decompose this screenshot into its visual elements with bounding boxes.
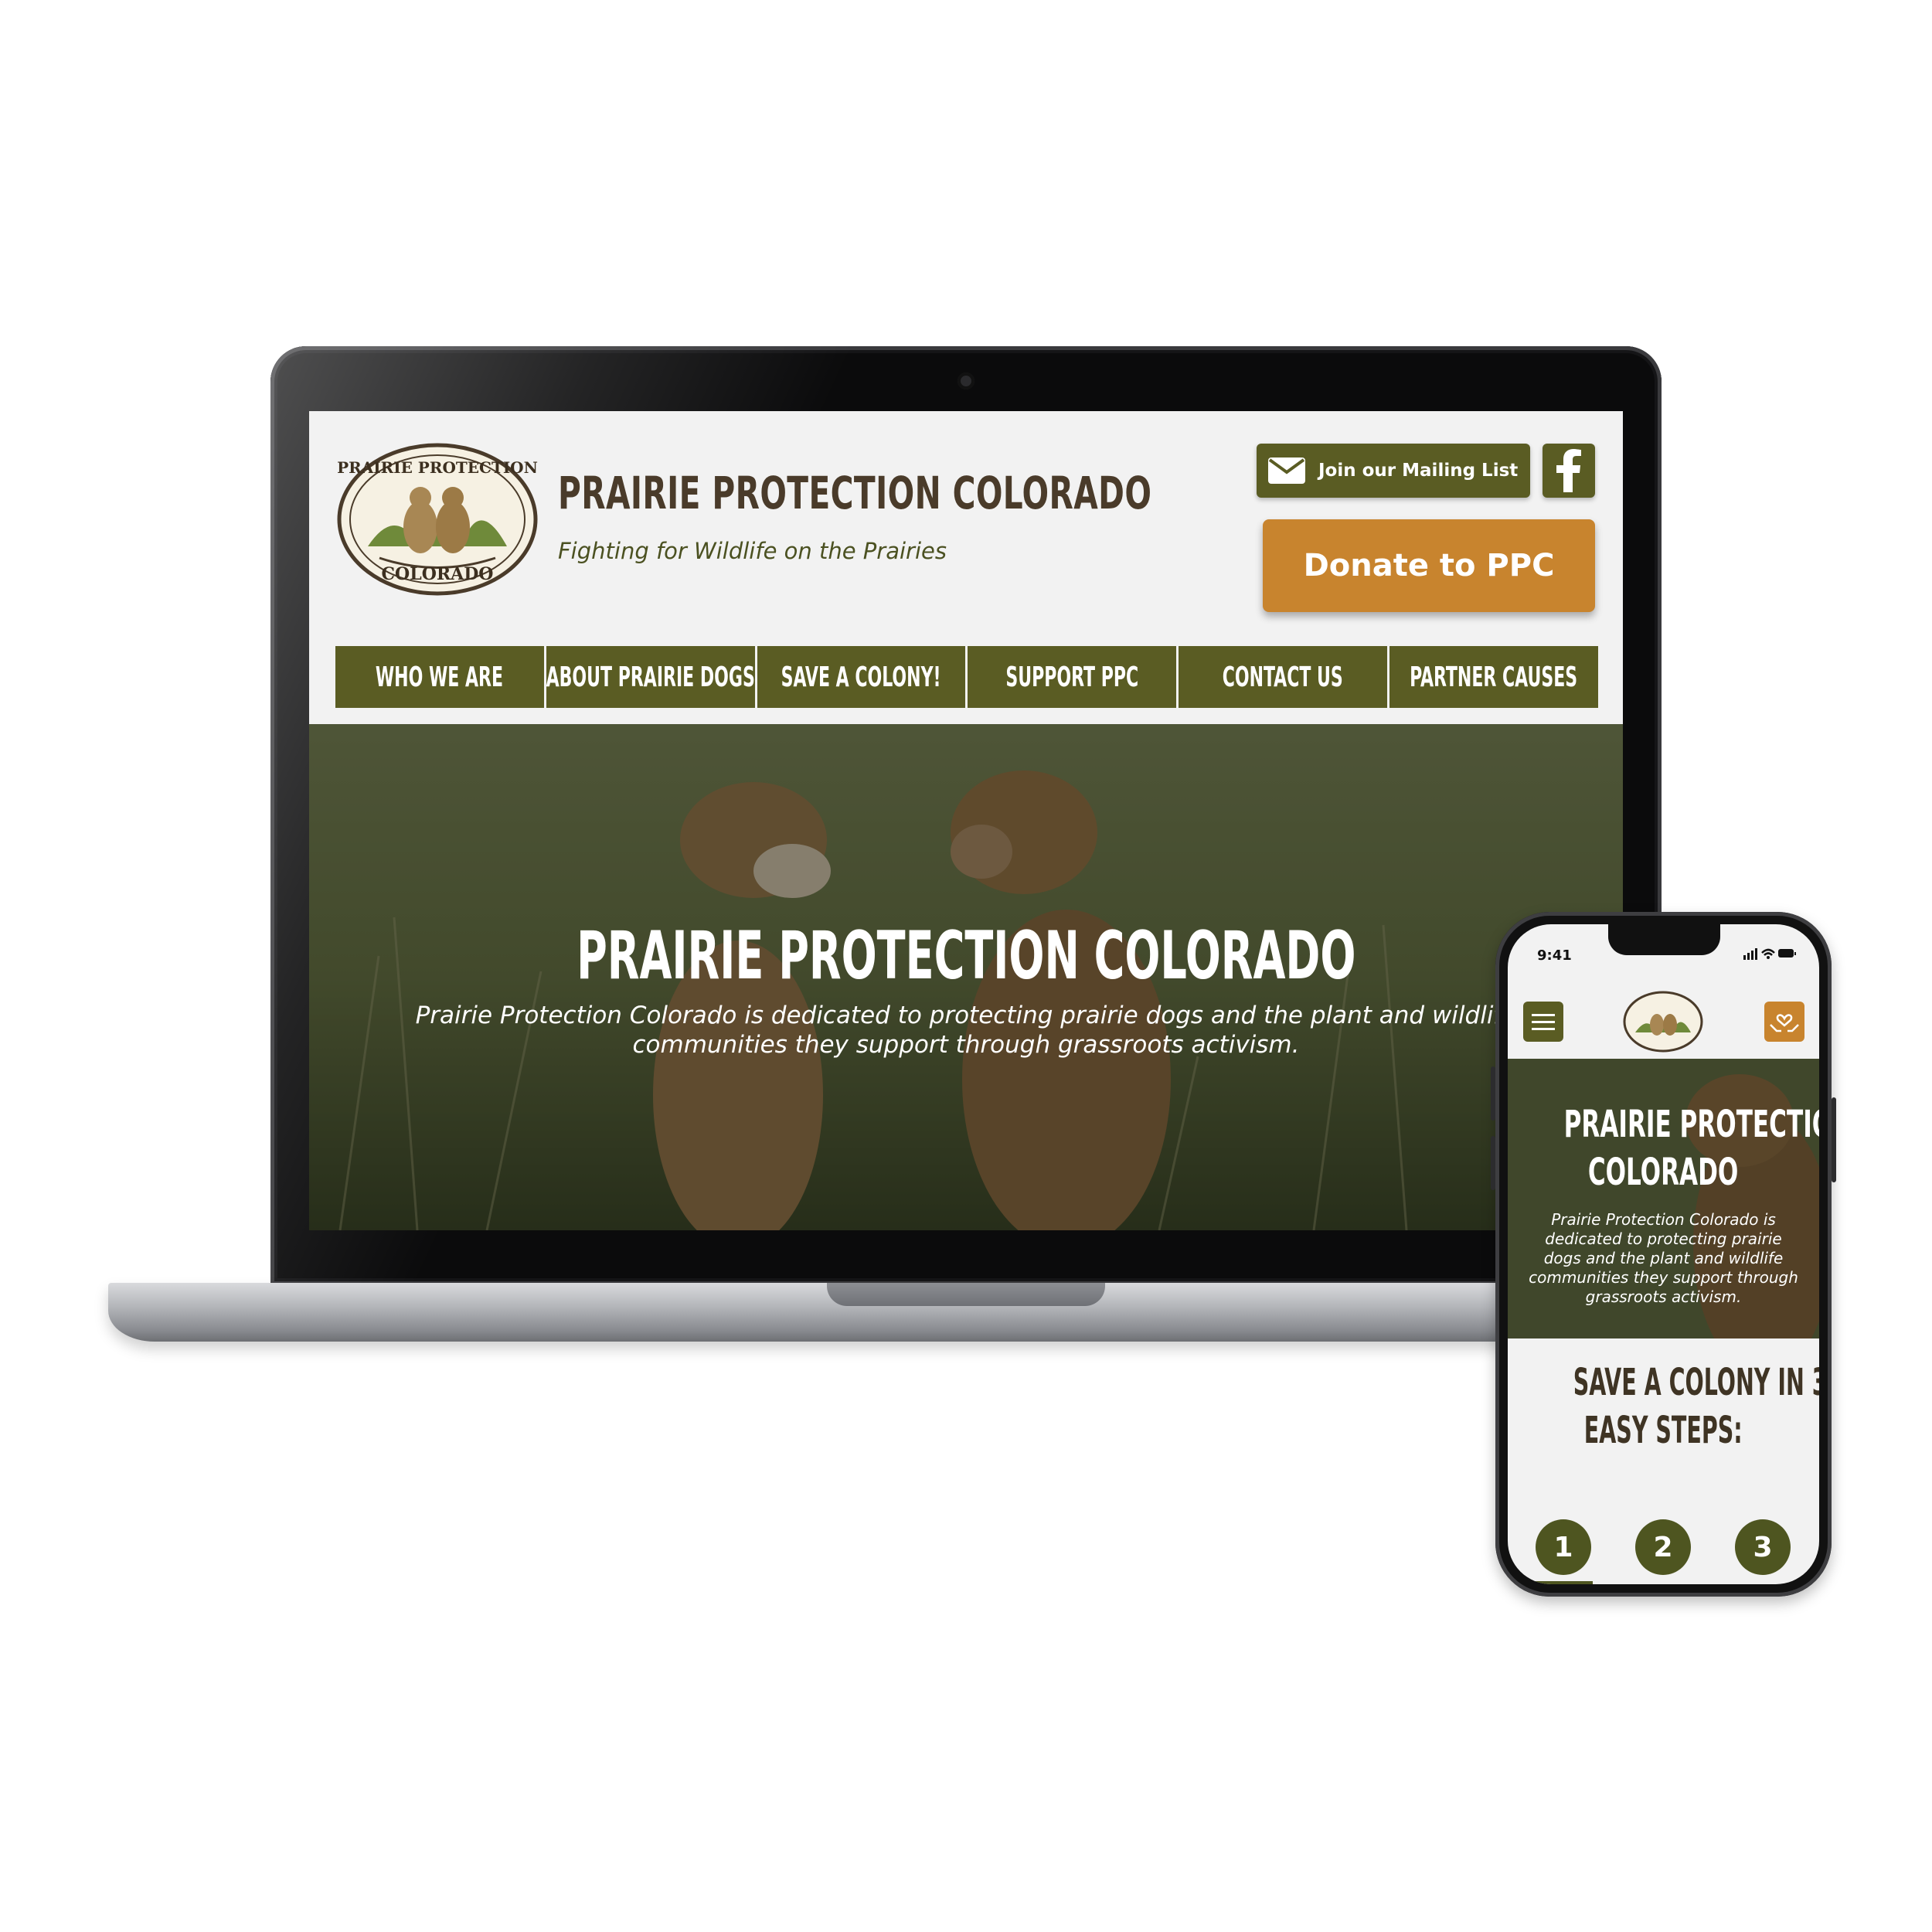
nav-label: SAVE A COLONY! [781, 661, 942, 693]
laptop-hinge-notch [827, 1283, 1105, 1306]
mailing-list-button[interactable]: Join our Mailing List [1257, 444, 1530, 498]
hamburger-menu-icon [1532, 1014, 1555, 1030]
donate-icon-button[interactable] [1764, 1002, 1804, 1042]
nav-label: SUPPORT PPC [1005, 661, 1139, 693]
signal-icon [1743, 948, 1757, 960]
nav-label: ABOUT PRAIRIE DOGS [546, 661, 755, 693]
mobile-site: 9:41 PRAIRIE PROTECTI COLORADO Prairie P… [1508, 924, 1819, 1584]
nav-item-about-prairie-dogs[interactable]: ABOUT PRAIRIE DOGS [546, 646, 757, 708]
logo-top-text: PRAIRIE PROTECTION [337, 458, 538, 477]
mobile-hero: PRAIRIE PROTECTION COLORADO Prairie Prot… [1508, 1059, 1819, 1338]
main-nav: WHO WE ARE ABOUT PRAIRIE DOGS SAVE A COL… [335, 646, 1598, 708]
wifi-icon [1761, 948, 1775, 959]
nav-item-partner-causes[interactable]: PARTNER CAUSES [1389, 646, 1598, 708]
mobile-hero-description: Prairie Protection Colorado is dedicated… [1529, 1210, 1798, 1306]
site-title[interactable]: PRAIRIE PROTECTION COLORADO [558, 467, 1151, 519]
mobile-hero-title: PRAIRIE PROTECTION COLORADO [1563, 1103, 1819, 1194]
scroll-indicator [1508, 1581, 1593, 1584]
donate-button[interactable]: Donate to PPC [1263, 519, 1595, 612]
desktop-site: PRAIRIE PROTECTION COLORADO PRAIRIE PROT… [309, 411, 1623, 1230]
phone-power-button [1832, 1097, 1836, 1182]
step-3-button[interactable]: 3 [1735, 1519, 1791, 1575]
step-2-button[interactable]: 2 [1635, 1519, 1691, 1575]
hero-title: PRAIRIE PROTECTION COLORADO [576, 917, 1356, 995]
nav-item-contact-us[interactable]: CONTACT US [1179, 646, 1390, 708]
nav-item-who-we-are[interactable]: WHO WE ARE [335, 646, 546, 708]
webcam [957, 372, 975, 389]
nav-label: CONTACT US [1223, 661, 1344, 693]
nav-label: WHO WE ARE [376, 661, 504, 693]
nav-item-save-a-colony[interactable]: SAVE A COLONY! [757, 646, 968, 708]
status-time: 9:41 [1537, 947, 1572, 964]
battery-icon [1778, 949, 1796, 957]
phone-frame: 9:41 PRAIRIE PROTECTI COLORADO Prairie P… [1491, 912, 1836, 1597]
steps-heading: SAVE A COLONY IN 3 EASY STEPS: [1573, 1361, 1819, 1452]
facebook-icon [1556, 449, 1581, 492]
mailing-list-label: Join our Mailing List [1318, 461, 1519, 481]
envelope-icon [1268, 457, 1305, 484]
phone-notch [1608, 924, 1720, 955]
phone-volume-down [1491, 1136, 1495, 1190]
site-header: PRAIRIE PROTECTION COLORADO PRAIRIE PROT… [309, 411, 1623, 724]
ppc-logo-mobile[interactable] [1623, 991, 1703, 1053]
nav-item-support-ppc[interactable]: SUPPORT PPC [968, 646, 1179, 708]
phone-volume-up [1491, 1066, 1495, 1121]
hamburger-menu-button[interactable] [1523, 1002, 1563, 1042]
logo-bottom-text: COLORADO [382, 564, 494, 584]
status-icons [1743, 948, 1796, 960]
ppc-logo[interactable]: PRAIRIE PROTECTION COLORADO [337, 442, 538, 597]
hero-section: PRAIRIE PROTECTION COLORADO Prairie Prot… [309, 724, 1623, 1230]
donate-hands-heart-icon [1770, 1014, 1799, 1032]
site-tagline: Fighting for Wildlife on the Prairies [558, 538, 947, 564]
hero-description: Prairie Protection Colorado is dedicated… [415, 1002, 1517, 1059]
step-1-button[interactable]: 1 [1536, 1519, 1591, 1575]
facebook-button[interactable] [1543, 444, 1595, 498]
nav-label: PARTNER CAUSES [1410, 661, 1578, 693]
